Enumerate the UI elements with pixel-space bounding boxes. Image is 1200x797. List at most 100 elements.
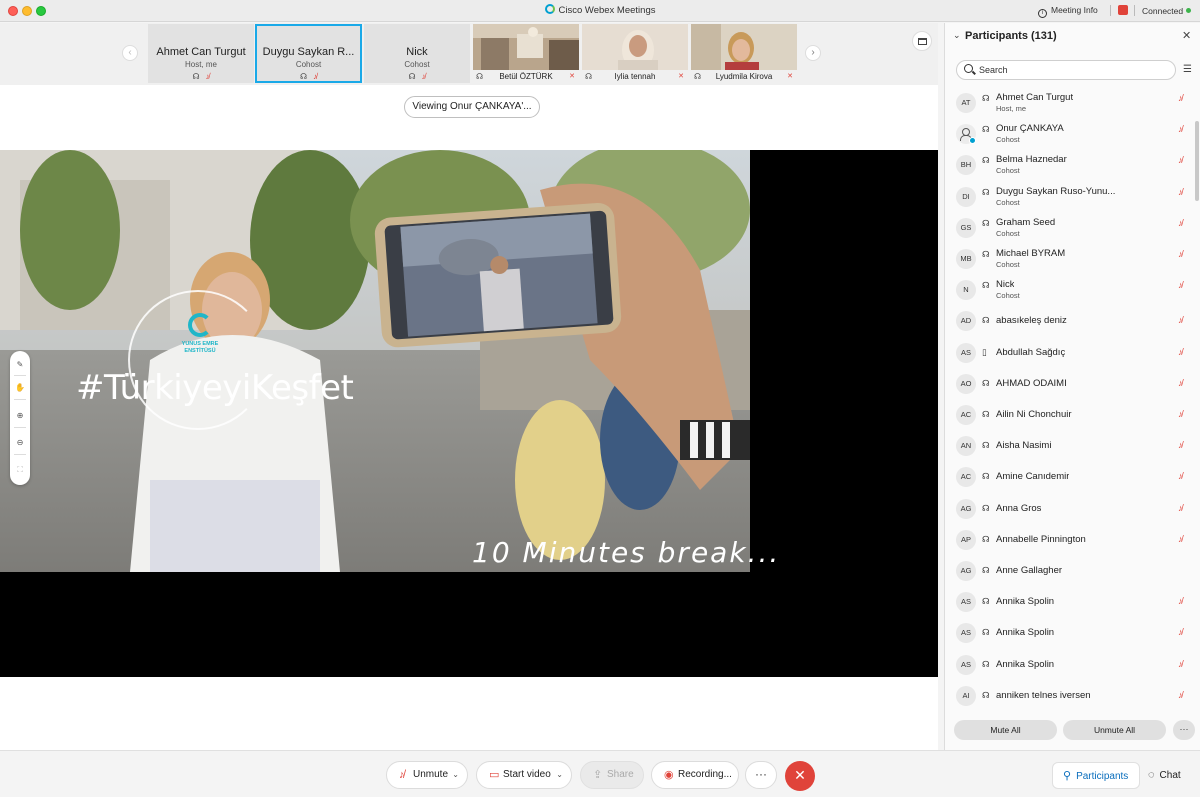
participant-search[interactable] [956, 60, 1176, 80]
participant-role: Cohost [996, 228, 1020, 238]
participant-row[interactable]: MB ☊ Michael BYRAM Cohost ♪̸ [945, 243, 1191, 274]
panel-more-button[interactable]: ··· [1173, 720, 1195, 740]
mic-muted-icon[interactable]: ♪̸ [1178, 690, 1183, 700]
participant-row[interactable]: AT ☊ Ahmet Can Turgut Host, me ♪̸ [945, 87, 1191, 118]
video-off-icon: ▭ [489, 769, 500, 781]
headset-icon: ☊ [982, 689, 990, 700]
collapse-chevron-icon[interactable]: ⌄ [953, 30, 961, 41]
mic-muted-icon[interactable]: ♪̸ [1178, 280, 1183, 290]
recording-button[interactable]: ◉ Recording... [651, 761, 739, 789]
meeting-info-button[interactable]: i Meeting Info [1038, 5, 1098, 18]
participant-video [691, 24, 797, 70]
mic-muted-icon[interactable]: ♪̸ [1178, 187, 1183, 197]
mic-muted-icon[interactable]: ♪̸ [1178, 409, 1183, 419]
pointer-icon[interactable]: ✋ [14, 382, 26, 394]
avatar: AC [956, 405, 976, 425]
mic-muted-icon[interactable]: ♪̸ [1178, 93, 1183, 103]
mic-muted-icon[interactable]: ♪̸ [1178, 124, 1183, 134]
participant-row[interactable]: AN ☊ Aisha Nasimi ♪̸ [945, 430, 1191, 461]
chevron-down-icon[interactable]: ⌄ [556, 762, 563, 788]
participant-role: Cohost [996, 260, 1020, 269]
participant-row[interactable]: AP ☊ Annabelle Pinnington ♪̸ [945, 524, 1191, 555]
webex-logo-icon [544, 4, 555, 14]
mic-muted-icon[interactable]: ♪̸ [1178, 315, 1183, 325]
participant-row[interactable]: ☊ Onur ÇANKAYA Cohost ♪̸ [945, 118, 1191, 149]
mic-muted-icon[interactable]: ♪̸ [1178, 627, 1183, 637]
filmstrip-tile[interactable]: Ahmet Can Turgut Host, me ☊ ♪̸ [148, 24, 254, 83]
mic-muted-icon[interactable]: ♪̸ [1178, 347, 1183, 357]
viewing-shared-content-button[interactable]: Viewing Onur ÇANKAYA'... [404, 96, 540, 118]
participant-row[interactable]: AD ☊ abasıkeleş deniz ♪̸ [945, 305, 1191, 336]
participant-name: Michael BYRAM [996, 248, 1066, 259]
chat-tab[interactable]: ◌ Chat [1144, 762, 1196, 789]
avatar: AG [956, 561, 976, 581]
video-tile[interactable]: ☊ Betül ÖZTÜRK ✕ [473, 24, 579, 83]
search-input[interactable] [979, 62, 1169, 78]
unmute-button[interactable]: ♪̸ Unmute ⌄ [386, 761, 468, 789]
participant-name: Annabelle Pinnington [996, 533, 1086, 545]
headset-icon: ☊ [982, 217, 990, 228]
participant-role: Cohost [996, 197, 1020, 207]
mic-muted-icon[interactable]: ♪̸ [1178, 155, 1183, 165]
mic-muted-icon[interactable]: ♪̸ [1178, 440, 1183, 450]
filmstrip-next-button[interactable]: › [805, 45, 821, 61]
mic-muted-icon[interactable]: ♪̸ [1178, 659, 1183, 669]
close-panel-icon[interactable]: ✕ [1182, 29, 1191, 42]
filmstrip-tile-active[interactable]: Duygu Saykan R... Cohost ☊ ♪̸ [255, 24, 362, 83]
participant-row[interactable]: AS ☊ Annika Spolin ♪̸ [945, 617, 1191, 648]
mute-all-button[interactable]: Mute All [954, 720, 1057, 740]
start-video-button[interactable]: ▭ Start video ⌄ [476, 761, 572, 789]
participant-row[interactable]: N ☊ Nick Cohost ♪̸ [945, 274, 1191, 305]
sort-list-icon[interactable]: ☰ [1183, 64, 1192, 75]
filmstrip: ‹ Ahmet Can Turgut Host, me ☊ ♪̸ Duygu Sa… [0, 23, 938, 85]
yunus-emre-logo-icon [188, 313, 212, 337]
participant-name: Anne Gallagher [996, 565, 1063, 576]
participant-row[interactable]: AC ☊ Ailin Ni Chonchuir ♪̸ [945, 399, 1191, 430]
headset-icon: ☊ [982, 471, 990, 482]
zoom-out-icon[interactable]: ⊖ [14, 437, 26, 449]
participant-row[interactable]: DI ☊ Duygu Saykan Ruso-Yunu... Cohost ♪̸ [945, 181, 1191, 212]
headset-icon: ☊ [982, 93, 990, 103]
chevron-down-icon[interactable]: ⌄ [452, 762, 459, 788]
mic-muted-icon[interactable]: ♪̸ [1178, 249, 1183, 259]
mic-muted-icon[interactable]: ♪̸ [1178, 596, 1183, 606]
annotate-pen-icon[interactable]: ✎ [14, 359, 26, 371]
more-options-button[interactable]: ··· [745, 761, 777, 789]
mic-muted-icon[interactable]: ♪̸ [1178, 503, 1183, 513]
headset-icon: ☊ [299, 72, 308, 81]
participant-list-scrollbar[interactable] [1195, 121, 1199, 201]
participant-row[interactable]: AS ▯ Abdullah Sağdıç ♪̸ [945, 337, 1191, 368]
mic-muted-icon[interactable]: ♪̸ [1178, 218, 1183, 228]
participant-row[interactable]: GS ☊ Graham Seed Cohost ♪̸ [945, 212, 1191, 243]
participant-row[interactable]: AG ☊ Anna Gros ♪̸ [945, 493, 1191, 524]
participant-row[interactable]: AO ☊ AHMAD ODAIMI ♪̸ [945, 368, 1191, 399]
layout-toggle-button[interactable] [912, 31, 932, 51]
participant-row[interactable]: AS ☊ Annika Spolin ♪̸ [945, 649, 1191, 680]
participant-row[interactable]: AG ☊ Anne Gallagher [945, 555, 1191, 586]
filmstrip-prev-button[interactable]: ‹ [122, 45, 138, 61]
fit-screen-icon[interactable]: ⛶ [14, 464, 26, 476]
video-tile[interactable]: ☊ Lyudmila Kirova ✕ [691, 24, 797, 83]
zoom-in-icon[interactable]: ⊕ [14, 410, 26, 422]
participant-name: Annika Spolin [996, 627, 1055, 639]
participants-tab[interactable]: ⚲ Participants [1052, 762, 1140, 789]
avatar: AC [956, 467, 976, 488]
participant-role: Cohost [996, 166, 1020, 176]
mic-muted-icon: ♪̸ [399, 769, 405, 781]
video-tile[interactable]: ☊ Iylia tennah ✕ [582, 24, 688, 83]
participant-row[interactable]: BH ☊ Belma Haznedar Cohost ♪̸ [945, 149, 1191, 180]
share-button[interactable]: ⇪ Share [580, 761, 644, 789]
mic-muted-icon[interactable]: ♪̸ [1178, 534, 1183, 544]
participant-row[interactable]: AS ☊ Annika Spolin ♪̸ [945, 586, 1191, 617]
participant-name: Aisha Nasimi [996, 440, 1052, 452]
participant-row[interactable]: AI ☊ anniken telnes iversen ♪̸ [945, 680, 1191, 711]
mic-muted-icon[interactable]: ♪̸ [1178, 378, 1183, 388]
unmute-all-button[interactable]: Unmute All [1063, 720, 1166, 740]
participant-role: Host, me [996, 104, 1027, 113]
close-icon: ✕ [794, 767, 806, 783]
participant-row[interactable]: AC ☊ Amine Canıdemir ♪̸ [945, 461, 1191, 492]
mic-muted-icon[interactable]: ♪̸ [1178, 471, 1183, 481]
filmstrip-tile[interactable]: Nick Cohost ☊ ♪̸ [364, 24, 470, 83]
leave-meeting-button[interactable]: ✕ [785, 761, 815, 791]
presenter-badge-icon [969, 137, 976, 145]
